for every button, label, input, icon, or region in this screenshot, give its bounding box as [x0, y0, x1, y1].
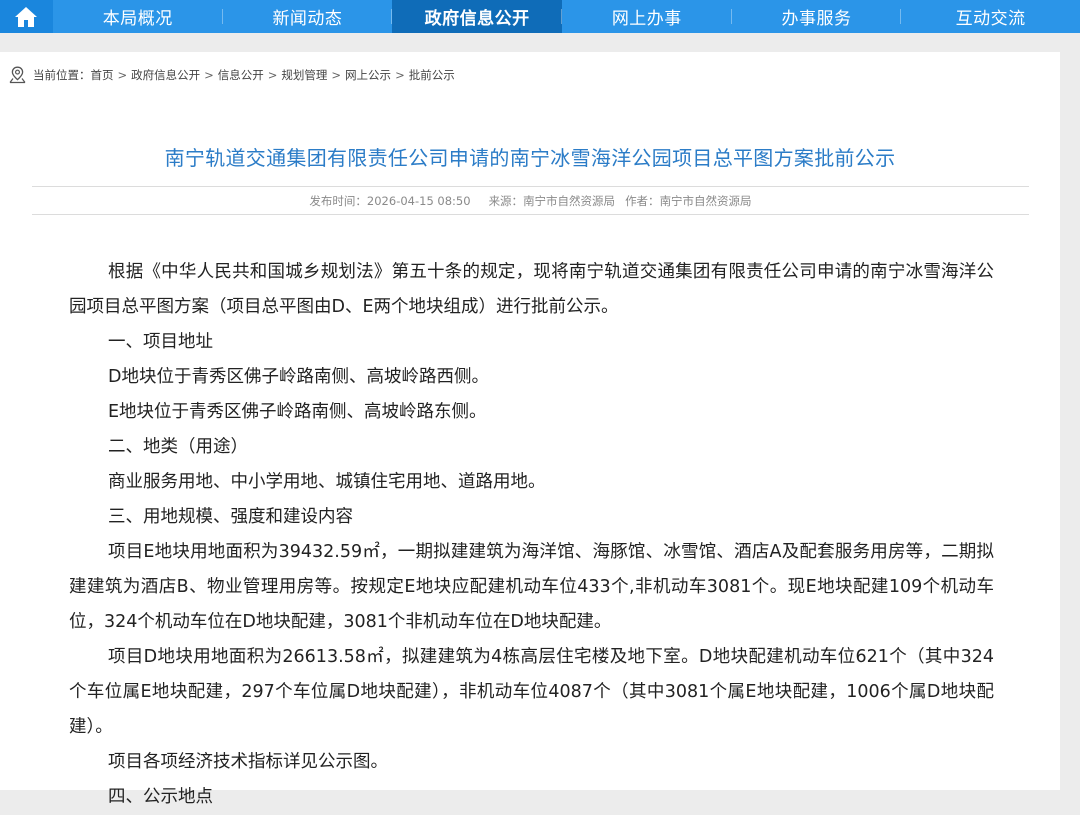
- nav-item-interaction[interactable]: 互动交流: [901, 0, 1080, 33]
- publish-time-label: 发布时间：: [309, 193, 367, 208]
- breadcrumb-separator: >: [395, 68, 405, 82]
- breadcrumb-separator: >: [331, 68, 342, 82]
- source-label: 来源：: [488, 193, 524, 208]
- content-panel: 当前位置： 首页 > 政府信息公开 > 信息公开 > 规划管理 > 网上公示 >…: [0, 52, 1060, 807]
- breadcrumb-info-disclosure[interactable]: 信息公开: [218, 67, 264, 83]
- author: 南宁市自然资源局: [659, 193, 752, 208]
- home-button[interactable]: [0, 0, 53, 33]
- nav-item-news[interactable]: 新闻动态: [223, 0, 393, 33]
- author-label: 作者：: [625, 193, 660, 208]
- nav-item-online-service[interactable]: 网上办事: [562, 0, 732, 33]
- nav-item-overview[interactable]: 本局概况: [53, 0, 223, 33]
- breadcrumb-online-notice[interactable]: 网上公示: [345, 67, 391, 83]
- paragraph: 项目各项经济技术指标详见公示图。: [108, 752, 388, 772]
- section-heading: 二、地类（用途）: [108, 437, 248, 457]
- publish-time: 2026-04-15 08:50: [366, 193, 471, 208]
- breadcrumb-prefix: 当前位置：: [33, 68, 91, 82]
- article-meta: 发布时间： 2026-04-15 08:50 来源： 南宁市自然资源局 作者： …: [32, 186, 1029, 215]
- breadcrumb-gov-info[interactable]: 政府信息公开: [131, 67, 200, 83]
- paragraph: 项目D地块用地面积为26613.58㎡，拟建建筑为4栋高层住宅楼及地下室。D地块…: [69, 647, 994, 737]
- section-heading: 一、项目地址: [108, 332, 213, 352]
- article-title: 南宁轨道交通集团有限责任公司申请的南宁冰雪海洋公园项目总平图方案批前公示: [164, 146, 896, 170]
- breadcrumb-planning[interactable]: 规划管理: [281, 67, 327, 83]
- paragraph: 根据《中华人民共和国城乡规划法》第五十条的规定，现将南宁轨道交通集团有限责任公司…: [69, 262, 994, 317]
- paragraph: E地块位于青秀区佛子岭路南侧、高坡岭路东侧。: [108, 402, 487, 422]
- breadcrumb-home[interactable]: 首页: [91, 67, 114, 83]
- paragraph: D地块位于青秀区佛子岭路南侧、高坡岭路西侧。: [108, 367, 489, 387]
- article-body: 根据《中华人民共和国城乡规划法》第五十条的规定，现将南宁轨道交通集团有限责任公司…: [69, 255, 994, 815]
- top-navigation: 本局概况 新闻动态 政府信息公开 网上办事 办事服务 互动交流: [0, 0, 1080, 33]
- nav-item-gov-info[interactable]: 政府信息公开: [392, 0, 562, 33]
- source: 南宁市自然资源局: [523, 193, 616, 208]
- paragraph: 商业服务用地、中小学用地、城镇住宅用地、道路用地。: [108, 472, 546, 492]
- breadcrumb-separator: >: [267, 68, 278, 82]
- nav-item-affairs-service[interactable]: 办事服务: [732, 0, 902, 33]
- breadcrumb-pre-approval[interactable]: 批前公示: [409, 67, 455, 83]
- breadcrumb-separator: >: [117, 68, 128, 82]
- location-icon: [9, 66, 26, 84]
- paragraph: 项目E地块用地面积为39432.59㎡，一期拟建建筑为海洋馆、海豚馆、冰雪馆、酒…: [69, 542, 994, 632]
- section-heading: 四、公示地点: [108, 787, 213, 807]
- home-icon: [15, 6, 38, 27]
- section-heading: 三、用地规模、强度和建设内容: [108, 507, 353, 527]
- breadcrumb-separator: >: [204, 68, 214, 82]
- breadcrumb: 当前位置： 首页 > 政府信息公开 > 信息公开 > 规划管理 > 网上公示 >…: [8, 66, 455, 84]
